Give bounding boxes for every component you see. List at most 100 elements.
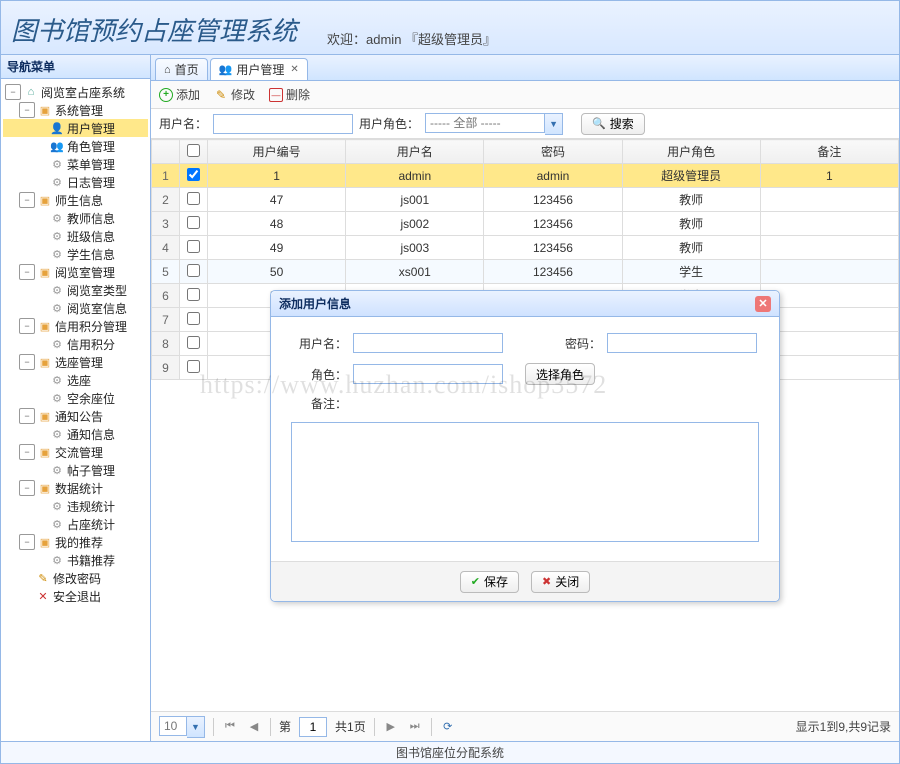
- tree-item[interactable]: ⚙阅览室信息: [3, 299, 148, 317]
- tree-item[interactable]: ⚙班级信息: [3, 227, 148, 245]
- page-size-combo[interactable]: ▼: [159, 716, 205, 738]
- chevron-down-icon[interactable]: ▼: [545, 113, 563, 135]
- total-pages: 共1页: [335, 718, 366, 735]
- column-header[interactable]: 用户编号: [208, 140, 346, 164]
- role-combo[interactable]: ▼: [425, 113, 563, 135]
- delete-button[interactable]: —删除: [269, 86, 310, 103]
- select-all-checkbox[interactable]: [180, 140, 208, 164]
- column-header[interactable]: 密码: [484, 140, 622, 164]
- dlg-role-input[interactable]: [353, 364, 503, 384]
- cell: [760, 260, 898, 284]
- tree-group[interactable]: −▣交流管理: [3, 443, 148, 461]
- table-row[interactable]: 449js003123456教师: [152, 236, 899, 260]
- table-row[interactable]: 247js001123456教师: [152, 188, 899, 212]
- cell: xs001: [346, 260, 484, 284]
- tree-item[interactable]: ⚙阅览室类型: [3, 281, 148, 299]
- tree-item[interactable]: ⚙空余座位: [3, 389, 148, 407]
- column-header[interactable]: 备注: [760, 140, 898, 164]
- search-button[interactable]: 🔍搜索: [581, 113, 645, 135]
- username-search-input[interactable]: [213, 114, 353, 134]
- dialog-close-button[interactable]: ✕: [755, 296, 771, 312]
- row-checkbox[interactable]: [180, 236, 208, 260]
- cell: 1: [760, 164, 898, 188]
- refresh-button[interactable]: ⟳: [440, 719, 456, 735]
- row-checkbox[interactable]: [180, 260, 208, 284]
- row-number: 4: [152, 236, 180, 260]
- tree-group[interactable]: −▣通知公告: [3, 407, 148, 425]
- add-button[interactable]: +添加: [159, 86, 200, 103]
- users-icon: 👥: [219, 63, 233, 76]
- tree-item[interactable]: ⚙教师信息: [3, 209, 148, 227]
- tree-item[interactable]: ⚙书籍推荐: [3, 551, 148, 569]
- close-icon[interactable]: ✕: [290, 64, 298, 75]
- tree-item[interactable]: ⚙通知信息: [3, 425, 148, 443]
- chevron-down-icon[interactable]: ▼: [187, 716, 205, 738]
- cell: 47: [208, 188, 346, 212]
- tab-home[interactable]: ⌂ 首页: [155, 58, 208, 80]
- tree-group[interactable]: −▣信用积分管理: [3, 317, 148, 335]
- pick-role-button[interactable]: 选择角色: [525, 363, 595, 385]
- dlg-username-input[interactable]: [353, 333, 503, 353]
- close-button[interactable]: ✖关闭: [531, 571, 590, 593]
- table-row[interactable]: 550xs001123456学生: [152, 260, 899, 284]
- row-checkbox[interactable]: [180, 284, 208, 308]
- save-button[interactable]: ✔保存: [460, 571, 519, 593]
- tree-group[interactable]: −▣选座管理: [3, 353, 148, 371]
- dlg-username-label: 用户名：: [291, 335, 347, 352]
- tree-item[interactable]: 👤用户管理: [3, 119, 148, 137]
- cell: js003: [346, 236, 484, 260]
- next-page-button[interactable]: ▶: [383, 719, 399, 735]
- row-checkbox[interactable]: [180, 356, 208, 380]
- row-checkbox[interactable]: [180, 188, 208, 212]
- cell: [760, 236, 898, 260]
- tree-group[interactable]: −▣阅览室管理: [3, 263, 148, 281]
- welcome-text: 欢迎：admin 『超级管理员』: [327, 29, 496, 48]
- page-number-input[interactable]: [299, 717, 327, 737]
- tree-group[interactable]: −▣师生信息: [3, 191, 148, 209]
- tree-item[interactable]: ⚙占座统计: [3, 515, 148, 533]
- tree-item[interactable]: ⚙菜单管理: [3, 155, 148, 173]
- cell: 教师: [622, 212, 760, 236]
- cell: admin: [484, 164, 622, 188]
- dialog-header[interactable]: 添加用户信息 ✕: [271, 291, 779, 317]
- tree-root[interactable]: −⌂阅览室占座系统: [3, 83, 148, 101]
- tree-item[interactable]: 👥角色管理: [3, 137, 148, 155]
- sidebar-title: 导航菜单: [1, 55, 150, 79]
- role-combo-input[interactable]: [425, 113, 545, 133]
- tree-item[interactable]: ⚙信用积分: [3, 335, 148, 353]
- dialog-title: 添加用户信息: [279, 295, 351, 312]
- tree-item[interactable]: ✎修改密码: [3, 569, 148, 587]
- cell: [760, 332, 898, 356]
- row-number: 7: [152, 308, 180, 332]
- tree-item[interactable]: ⚙选座: [3, 371, 148, 389]
- page-size-input[interactable]: [159, 716, 187, 736]
- row-number: 2: [152, 188, 180, 212]
- row-checkbox[interactable]: [180, 164, 208, 188]
- prev-page-button[interactable]: ◀: [246, 719, 262, 735]
- row-checkbox[interactable]: [180, 212, 208, 236]
- last-page-button[interactable]: ⏭: [407, 719, 423, 735]
- table-row[interactable]: 11adminadmin超级管理员1: [152, 164, 899, 188]
- row-number: 5: [152, 260, 180, 284]
- tab-user-mgmt[interactable]: 👥 用户管理 ✕: [210, 58, 308, 80]
- dlg-remark-textarea[interactable]: [291, 422, 759, 542]
- tree-group[interactable]: −▣我的推荐: [3, 533, 148, 551]
- tree-group[interactable]: −▣数据统计: [3, 479, 148, 497]
- dlg-remark-label: 备注：: [291, 395, 347, 412]
- tree-item[interactable]: ✕安全退出: [3, 587, 148, 605]
- first-page-button[interactable]: ⏮: [222, 719, 238, 735]
- tree-item[interactable]: ⚙帖子管理: [3, 461, 148, 479]
- tree-group[interactable]: −▣系统管理: [3, 101, 148, 119]
- tree-item[interactable]: ⚙日志管理: [3, 173, 148, 191]
- row-checkbox[interactable]: [180, 308, 208, 332]
- tree-item[interactable]: ⚙学生信息: [3, 245, 148, 263]
- pencil-icon: ✎: [214, 88, 228, 102]
- table-row[interactable]: 348js002123456教师: [152, 212, 899, 236]
- dlg-password-input[interactable]: [607, 333, 757, 353]
- edit-button[interactable]: ✎修改: [214, 86, 255, 103]
- cell: [760, 308, 898, 332]
- column-header[interactable]: 用户名: [346, 140, 484, 164]
- row-checkbox[interactable]: [180, 332, 208, 356]
- column-header[interactable]: 用户角色: [622, 140, 760, 164]
- tree-item[interactable]: ⚙违规统计: [3, 497, 148, 515]
